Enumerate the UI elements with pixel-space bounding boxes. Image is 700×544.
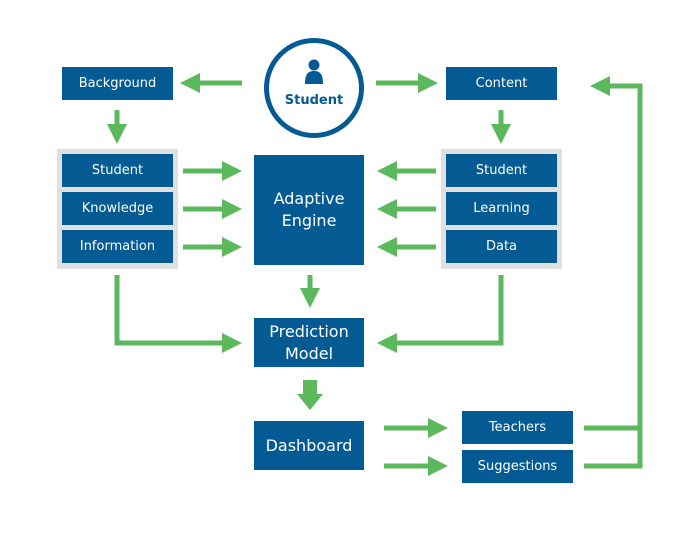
suggestions-box: Suggestions <box>462 450 573 483</box>
left-group-item-knowledge: Knowledge <box>62 192 173 225</box>
content-box: Content <box>446 67 557 100</box>
background-box: Background <box>62 67 173 100</box>
left-group-item-student: Student <box>62 154 173 187</box>
person-icon <box>305 59 323 84</box>
adaptive-engine-box: Adaptive Engine <box>254 155 364 265</box>
prediction-model-line2: Model <box>284 343 334 363</box>
prediction-model-box: Prediction Model <box>254 318 364 367</box>
right-group-item-learning: Learning <box>446 192 557 225</box>
student-node: Student <box>264 38 364 138</box>
arrow-suggestions-feedback <box>584 76 643 469</box>
right-group-item-data: Data <box>446 230 557 263</box>
adaptive-engine-line1: Adaptive <box>273 189 345 208</box>
teachers-box: Teachers <box>462 411 573 444</box>
diagram-canvas: Student Background Content Student Knowl… <box>0 0 700 544</box>
left-group-item-information: Information <box>62 230 173 263</box>
student-node-label: Student <box>284 93 344 108</box>
adaptive-engine-line2: Engine <box>281 211 337 230</box>
arrow-right-to-prediction <box>377 275 504 353</box>
arrow-prediction-to-dashboard <box>297 380 323 410</box>
arrow-left-to-prediction <box>114 275 242 353</box>
dashboard-box: Dashboard <box>254 421 364 470</box>
prediction-model-line1: Prediction <box>269 321 349 341</box>
right-group-item-student: Student <box>446 154 557 187</box>
